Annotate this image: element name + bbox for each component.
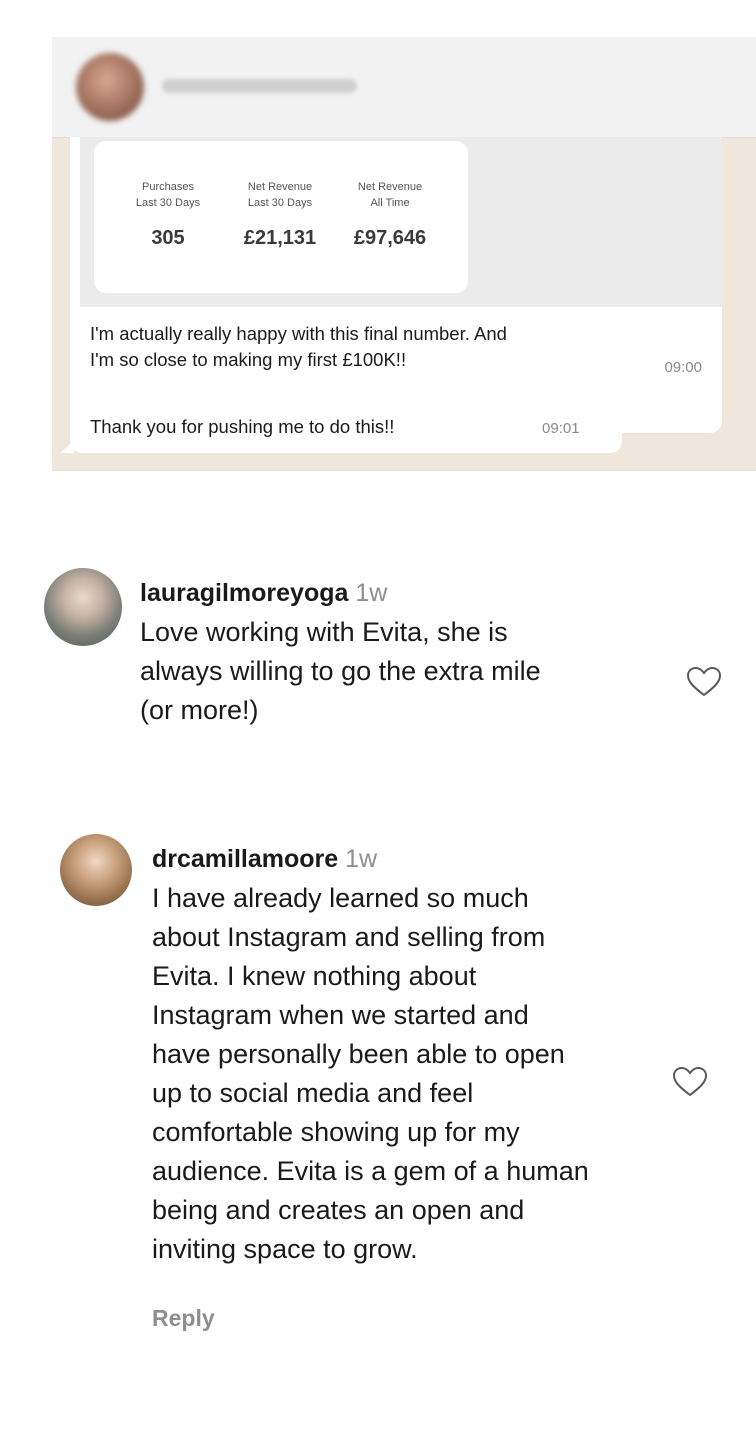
blurred-contact-avatar (76, 53, 144, 121)
stats-screenshot: Purchases Last 30 Days 305 Net Revenue L… (80, 137, 722, 307)
whatsapp-screenshot: Purchases Last 30 Days 305 Net Revenue L… (52, 37, 756, 471)
stat-label: Net Revenue Last 30 Days (224, 179, 336, 211)
comment-line: Love working with Evita, she is (140, 617, 508, 647)
comment-line: have personally been able to open (152, 1039, 565, 1069)
message-timestamp: 09:00 (664, 359, 702, 376)
stat-label-line1: Net Revenue (357, 181, 423, 193)
message-timestamp: 09:01 (542, 420, 580, 437)
stat-value: £21,131 (243, 227, 317, 249)
comment-line: I have already learned so much (152, 883, 529, 913)
comment-line: Instagram when we started and (152, 1000, 529, 1030)
message-bubble: Thank you for pushing me to do this!! 09… (70, 403, 622, 453)
heart-outline-icon[interactable] (686, 666, 722, 698)
comment-lauragilmoreyoga: lauragilmoreyoga 1w Love working with Ev… (140, 574, 660, 730)
stat-label-line2: Last 30 Days (135, 197, 201, 209)
comment-line: about Instagram and selling from (152, 922, 546, 952)
stat-label: Purchases Last 30 Days (112, 179, 224, 211)
comment-drcamillamoore: drcamillamoore 1w I have already learned… (152, 840, 672, 1269)
avatar[interactable] (44, 568, 122, 646)
comment-text: I have already learned so much about Ins… (152, 879, 672, 1269)
blurred-contact-name (162, 79, 357, 93)
message-bubble-with-image: Purchases Last 30 Days 305 Net Revenue L… (70, 137, 722, 433)
stat-label-line1: Purchases (142, 181, 194, 193)
comment-header: lauragilmoreyoga 1w (140, 574, 660, 613)
comment-line: comfortable showing up for my (152, 1117, 520, 1147)
comment-line: audience. Evita is a gem of a human (152, 1156, 589, 1186)
stat-purchases: Purchases Last 30 Days 305 (112, 179, 224, 250)
comment-username[interactable]: drcamillamoore (152, 845, 338, 873)
comment-time: 1w (355, 579, 388, 607)
comment-line: inviting space to grow. (152, 1234, 418, 1264)
stat-net-revenue-30: Net Revenue Last 30 Days £21,131 (224, 179, 336, 250)
message-line: I'm actually really happy with this fina… (90, 323, 507, 344)
comment-line: always willing to go the extra mile (140, 656, 541, 686)
stat-value: 305 (151, 227, 185, 249)
message-text: Thank you for pushing me to do this!! (90, 416, 395, 437)
stat-label-line2: All Time (370, 197, 410, 209)
avatar[interactable] (60, 834, 132, 906)
stats-card: Purchases Last 30 Days 305 Net Revenue L… (94, 141, 468, 293)
stat-value: £97,646 (353, 227, 427, 249)
chat-header (52, 37, 756, 138)
comment-line: up to social media and feel (152, 1078, 474, 1108)
heart-outline-icon[interactable] (672, 1066, 708, 1098)
message-text: I'm actually really happy with this fina… (90, 321, 710, 373)
comment-username[interactable]: lauragilmoreyoga (140, 579, 348, 607)
stat-label: Net Revenue All Time (334, 179, 446, 211)
comment-time: 1w (345, 845, 378, 873)
comment-line: being and creates an open and (152, 1195, 525, 1225)
message-line: I'm so close to making my first £100K!! (90, 349, 407, 370)
comment-header: drcamillamoore 1w (152, 840, 672, 879)
stat-label-line1: Net Revenue (247, 181, 313, 193)
comment-line: (or more!) (140, 695, 259, 725)
stat-label-line2: Last 30 Days (247, 197, 313, 209)
reply-button[interactable]: Reply (152, 1305, 215, 1332)
comment-text: Love working with Evita, she is always w… (140, 613, 660, 730)
comment-line: Evita. I knew nothing about (152, 961, 477, 991)
stat-net-revenue-all: Net Revenue All Time £97,646 (334, 179, 446, 250)
